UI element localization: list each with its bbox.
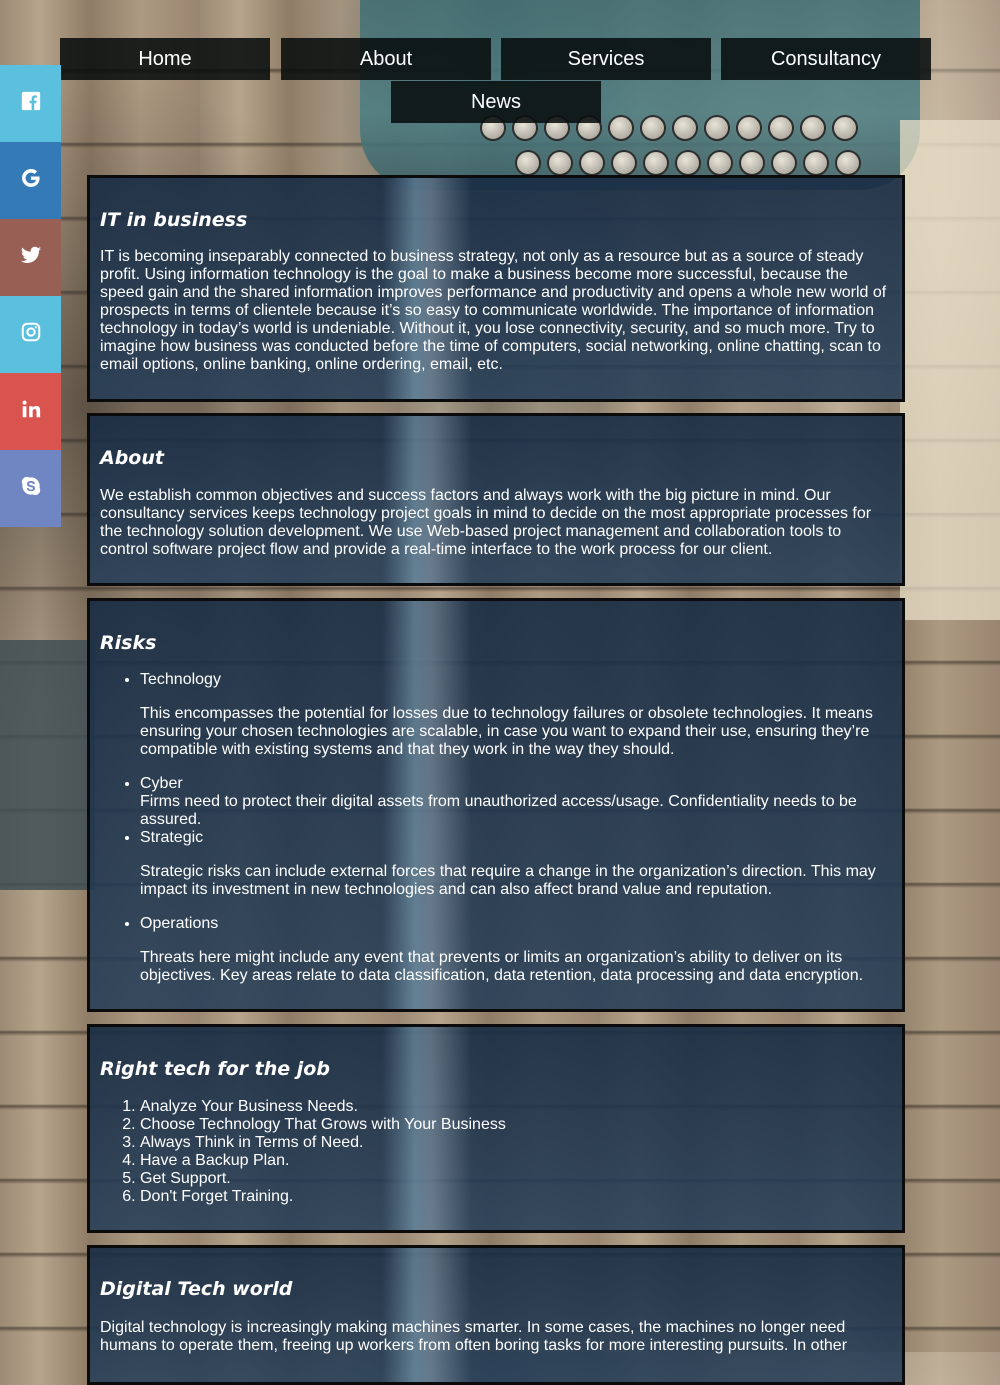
facebook-icon	[20, 90, 42, 117]
risk-name: Operations	[140, 915, 219, 932]
linkedin-icon	[20, 398, 42, 425]
risk-description: This encompasses the potential for losse…	[140, 705, 873, 758]
nav-consultancy[interactable]: Consultancy	[721, 38, 931, 80]
facebook-link[interactable]	[0, 65, 61, 142]
list-item: Cyber Firms need to protect their digita…	[140, 775, 890, 829]
section-title: About	[100, 447, 164, 469]
list-item: Operations Threats here might include an…	[140, 915, 890, 985]
linkedin-link[interactable]	[0, 373, 61, 450]
list-item: Choose Technology That Grows with Your B…	[140, 1116, 890, 1134]
twitter-icon	[20, 244, 42, 271]
risk-description: Strategic risks can include external for…	[140, 863, 876, 898]
right-tech-list: Analyze Your Business Needs. Choose Tech…	[100, 1098, 890, 1206]
notebook-background	[900, 120, 1000, 620]
section-title: Risks	[100, 632, 157, 654]
social-sidebar	[0, 65, 61, 527]
nav-news[interactable]: News	[391, 81, 601, 123]
list-item: Get Support.	[140, 1170, 890, 1188]
list-item: Have a Backup Plan.	[140, 1152, 890, 1170]
list-item: Analyze Your Business Needs.	[140, 1098, 890, 1116]
risk-name: Strategic	[140, 829, 204, 846]
section-title: Digital Tech world	[100, 1278, 293, 1300]
skype-link[interactable]	[0, 450, 61, 527]
risk-description: Firms need to protect their digital asse…	[140, 793, 857, 828]
section-text: Digital technology is increasingly makin…	[100, 1319, 848, 1354]
section-risks: Risks Technology This encompasses the po…	[87, 598, 905, 1012]
nav-services[interactable]: Services	[501, 38, 711, 80]
list-item: Strategic Strategic risks can include ex…	[140, 829, 890, 899]
google-icon	[20, 167, 42, 194]
section-digital-tech-world: Digital Tech world Digital technology is…	[87, 1245, 905, 1385]
twitter-link[interactable]	[0, 219, 61, 296]
nav-home[interactable]: Home	[60, 38, 270, 80]
section-text: We establish common objectives and succe…	[100, 487, 872, 558]
section-about: About We establish common objectives and…	[87, 413, 905, 586]
instagram-icon	[20, 321, 42, 348]
risk-name: Technology	[140, 671, 221, 688]
section-it-in-business: IT in business IT is becoming inseparabl…	[87, 175, 905, 402]
nav-about[interactable]: About	[281, 38, 491, 80]
keyboard-keys-row-qwerty	[515, 150, 861, 176]
section-right-tech: Right tech for the job Analyze Your Busi…	[87, 1024, 905, 1233]
risk-name: Cyber	[140, 775, 183, 792]
list-item: Always Think in Terms of Need.	[140, 1134, 890, 1152]
instagram-link[interactable]	[0, 296, 61, 373]
book-background	[0, 640, 95, 890]
section-title: IT in business	[100, 209, 248, 231]
skype-icon	[20, 475, 42, 502]
list-item: Technology This encompasses the potentia…	[140, 671, 890, 759]
list-item: Don't Forget Training.	[140, 1188, 890, 1206]
section-text: IT is becoming inseparably connected to …	[100, 248, 887, 373]
section-title: Right tech for the job	[100, 1058, 330, 1080]
risk-description: Threats here might include any event tha…	[140, 949, 864, 984]
risks-list: Technology This encompasses the potentia…	[100, 671, 890, 985]
google-link[interactable]	[0, 142, 61, 219]
